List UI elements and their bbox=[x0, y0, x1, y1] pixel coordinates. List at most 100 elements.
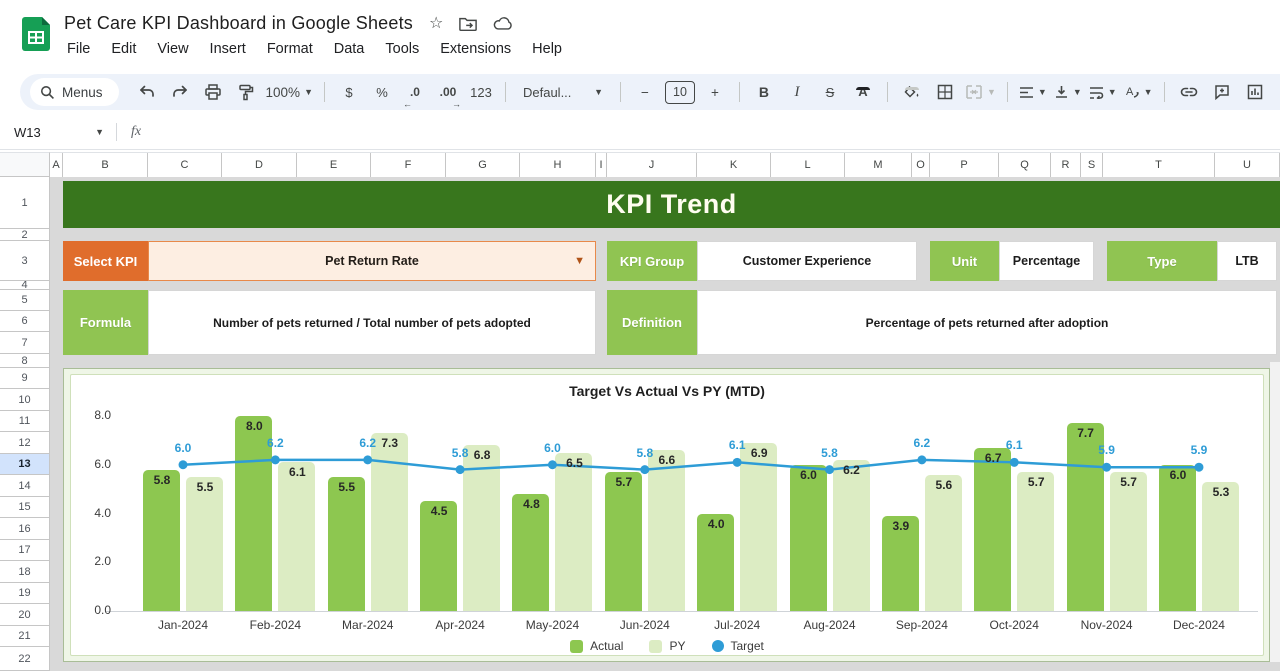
row-header-16[interactable]: 16 bbox=[0, 518, 50, 540]
zoom-select[interactable]: 100%▼ bbox=[266, 78, 313, 106]
col-header-K[interactable]: K bbox=[697, 153, 771, 178]
col-header-B[interactable]: B bbox=[63, 153, 148, 178]
more-formats-button[interactable]: 123 bbox=[468, 78, 494, 106]
col-header-T[interactable]: T bbox=[1103, 153, 1215, 178]
row-header-12[interactable]: 12 bbox=[0, 432, 50, 454]
col-header-R[interactable]: R bbox=[1051, 153, 1081, 178]
row-header-7[interactable]: 7 bbox=[0, 332, 50, 354]
name-box[interactable]: W13 ▼ bbox=[0, 125, 112, 140]
row-header-22[interactable]: 22 bbox=[0, 647, 50, 671]
format-currency-button[interactable]: $ bbox=[336, 78, 362, 106]
col-header-M[interactable]: M bbox=[845, 153, 912, 178]
insert-link-button[interactable] bbox=[1176, 78, 1202, 106]
col-header-F[interactable]: F bbox=[371, 153, 446, 178]
paint-format-button[interactable] bbox=[233, 78, 259, 106]
undo-button[interactable] bbox=[134, 78, 160, 106]
menu-file[interactable]: File bbox=[64, 40, 93, 58]
menu-help[interactable]: Help bbox=[529, 40, 565, 58]
row-header-3[interactable]: 3 bbox=[0, 241, 50, 281]
kpi-trend-chart[interactable]: Target Vs Actual Vs PY (MTD) ActualPYTar… bbox=[70, 374, 1264, 656]
bar-label-actual: 5.7 bbox=[604, 475, 644, 489]
decrease-font-size-button[interactable]: − bbox=[632, 78, 658, 106]
col-header-S[interactable]: S bbox=[1081, 153, 1103, 178]
merge-cells-button[interactable]: ▼ bbox=[965, 78, 996, 106]
row-header-4[interactable]: 4 bbox=[0, 281, 50, 290]
legend-item-actual[interactable]: Actual bbox=[570, 639, 623, 653]
format-percent-button[interactable]: % bbox=[369, 78, 395, 106]
font-size-input[interactable]: 10 bbox=[665, 81, 695, 104]
row-header-21[interactable]: 21 bbox=[0, 626, 50, 647]
menu-format[interactable]: Format bbox=[264, 40, 316, 58]
row-header-18[interactable]: 18 bbox=[0, 561, 50, 583]
col-header-A[interactable]: A bbox=[50, 153, 63, 178]
print-button[interactable] bbox=[200, 78, 226, 106]
strikethrough-button[interactable]: S bbox=[817, 78, 843, 106]
target-label: 6.2 bbox=[906, 436, 938, 450]
text-wrap-button[interactable]: ▼ bbox=[1089, 78, 1117, 106]
kpi-dropdown[interactable]: Pet Return Rate ▼ bbox=[148, 241, 596, 281]
bar-py-Nov-2024 bbox=[1110, 472, 1147, 611]
col-header-D[interactable]: D bbox=[222, 153, 297, 178]
row-header-2[interactable]: 2 bbox=[0, 229, 50, 241]
vertical-align-button[interactable]: ▼ bbox=[1054, 78, 1082, 106]
col-header-H[interactable]: H bbox=[520, 153, 596, 178]
row-header-1[interactable]: 1 bbox=[0, 177, 50, 229]
horizontal-align-button[interactable]: ▼ bbox=[1019, 78, 1047, 106]
row-header-17[interactable]: 17 bbox=[0, 540, 50, 561]
row-header-5[interactable]: 5 bbox=[0, 290, 50, 311]
font-select[interactable]: Defaul...▼ bbox=[517, 78, 609, 106]
col-header-J[interactable]: J bbox=[607, 153, 697, 178]
col-header-G[interactable]: G bbox=[446, 153, 520, 178]
row-header-19[interactable]: 19 bbox=[0, 583, 50, 604]
row-header-9[interactable]: 9 bbox=[0, 368, 50, 389]
row-header-6[interactable]: 6 bbox=[0, 311, 50, 332]
menu-insert[interactable]: Insert bbox=[207, 40, 249, 58]
legend-item-target[interactable]: Target bbox=[712, 639, 764, 653]
row-header-20[interactable]: 20 bbox=[0, 604, 50, 626]
text-rotation-button[interactable]: A ▼ bbox=[1124, 78, 1153, 106]
col-header-L[interactable]: L bbox=[771, 153, 845, 178]
menu-data[interactable]: Data bbox=[331, 40, 368, 58]
y-axis-label: 8.0 bbox=[77, 408, 111, 422]
italic-button[interactable]: I bbox=[784, 78, 810, 106]
row-header-11[interactable]: 11 bbox=[0, 411, 50, 432]
col-header-C[interactable]: C bbox=[148, 153, 222, 178]
col-header-Q[interactable]: Q bbox=[999, 153, 1051, 178]
decrease-decimal-button[interactable]: .0← bbox=[402, 78, 428, 106]
legend-item-py[interactable]: PY bbox=[649, 639, 685, 653]
insert-comment-button[interactable] bbox=[1209, 78, 1235, 106]
sheets-logo-icon[interactable] bbox=[22, 17, 50, 51]
fill-color-button[interactable] bbox=[899, 78, 925, 106]
cloud-saved-icon[interactable] bbox=[493, 16, 513, 31]
star-icon[interactable]: ☆ bbox=[429, 16, 443, 32]
col-header-E[interactable]: E bbox=[297, 153, 371, 178]
col-header-P[interactable]: P bbox=[930, 153, 999, 178]
move-to-folder-icon[interactable] bbox=[459, 16, 477, 32]
menu-edit[interactable]: Edit bbox=[108, 40, 139, 58]
row-header-8[interactable]: 8 bbox=[0, 354, 50, 368]
formula-input[interactable] bbox=[141, 115, 1280, 149]
document-title[interactable]: Pet Care KPI Dashboard in Google Sheets bbox=[64, 13, 413, 34]
col-header-U[interactable]: U bbox=[1215, 153, 1280, 178]
borders-button[interactable] bbox=[932, 78, 958, 106]
row-header-15[interactable]: 15 bbox=[0, 497, 50, 518]
row-header-13[interactable]: 13 bbox=[0, 454, 50, 475]
menu-tools[interactable]: Tools bbox=[382, 40, 422, 58]
menu-view[interactable]: View bbox=[154, 40, 191, 58]
increase-decimal-button[interactable]: .00→ bbox=[435, 78, 461, 106]
unit-label: Unit bbox=[930, 241, 999, 281]
select-all-corner[interactable] bbox=[0, 152, 50, 177]
search-menus-button[interactable]: Menus bbox=[30, 78, 119, 106]
row-header-14[interactable]: 14 bbox=[0, 475, 50, 497]
redo-button[interactable] bbox=[167, 78, 193, 106]
text-color-button[interactable]: A bbox=[850, 78, 876, 106]
col-header-I[interactable]: I bbox=[596, 153, 607, 178]
col-header-O[interactable]: O bbox=[912, 153, 930, 178]
row-header-10[interactable]: 10 bbox=[0, 389, 50, 411]
increase-font-size-button[interactable]: + bbox=[702, 78, 728, 106]
kpi-trend-banner: KPI Trend bbox=[63, 181, 1280, 228]
bold-button[interactable]: B bbox=[751, 78, 777, 106]
chevron-down-icon: ▼ bbox=[95, 127, 104, 137]
insert-chart-button[interactable] bbox=[1242, 78, 1268, 106]
menu-extensions[interactable]: Extensions bbox=[437, 40, 514, 58]
